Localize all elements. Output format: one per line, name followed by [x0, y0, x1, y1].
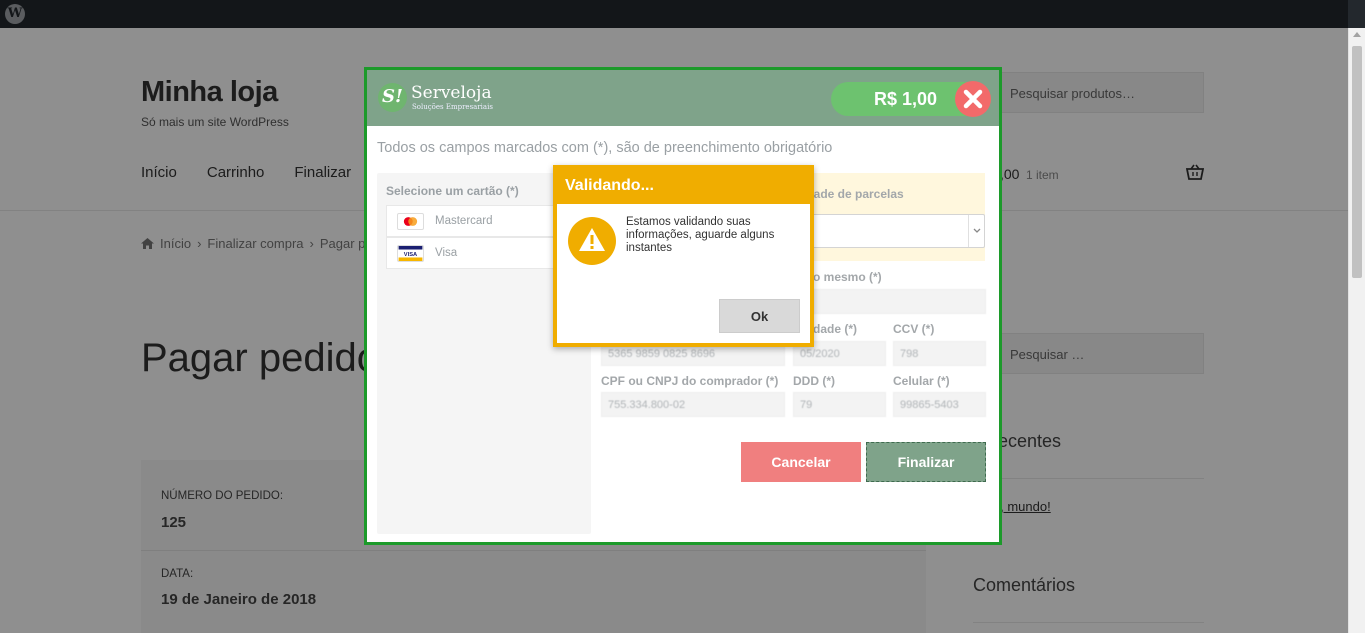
scrollbar-thumb[interactable]	[1352, 46, 1362, 278]
celular-label: Celular (*)	[893, 374, 950, 388]
warning-icon	[568, 217, 616, 265]
scroll-up-icon[interactable]	[1353, 32, 1361, 37]
brand-subtitle: Soluções Empresariais	[412, 103, 493, 111]
modal-header: S! Serveloja Soluções Empresariais R$ 1,…	[367, 70, 999, 126]
cancel-button[interactable]: Cancelar	[741, 442, 861, 482]
installments-label: tidade de parcelas	[799, 187, 904, 201]
expiry-label: dade (*)	[813, 322, 858, 336]
card-select-label: Selecione um cartão (*)	[386, 184, 519, 198]
serveloja-logo-icon: S!	[378, 83, 407, 112]
required-fields-note: Todos os campos marcados com (*), são de…	[377, 140, 833, 156]
finish-button[interactable]: Finalizar	[866, 442, 986, 482]
ccv-label: CCV (*)	[893, 322, 935, 336]
chevron-down-icon	[968, 215, 984, 247]
dialog-title: Validando...	[557, 169, 810, 204]
holder-label: o mesmo (*)	[813, 270, 882, 284]
cpf-input[interactable]: 755.334.800-02	[601, 392, 785, 417]
brand-name: Serveloja	[411, 83, 492, 103]
close-button[interactable]	[955, 81, 991, 117]
installments-select[interactable]	[800, 214, 985, 248]
ccv-input[interactable]: 798	[893, 341, 986, 366]
mastercard-icon	[397, 213, 424, 230]
holder-input[interactable]	[794, 289, 986, 314]
cpf-label: CPF ou CNPJ do comprador (*)	[601, 374, 779, 388]
scrollbar[interactable]	[1348, 28, 1365, 633]
ddd-input[interactable]: 79	[793, 392, 886, 417]
ddd-label: DDD (*)	[793, 374, 835, 388]
svg-text:VISA: VISA	[404, 252, 417, 258]
visa-icon: VISA	[397, 245, 424, 262]
validation-dialog: Validando... Estamos validando suas info…	[553, 165, 814, 347]
dialog-message: Estamos validando suas informações, agua…	[626, 216, 775, 254]
celular-input[interactable]: 99865-5403	[893, 392, 986, 417]
close-icon	[963, 89, 983, 109]
ok-button[interactable]: Ok	[719, 299, 800, 333]
card-name-mastercard: Mastercard	[435, 215, 493, 227]
card-name-visa: Visa	[435, 247, 458, 259]
